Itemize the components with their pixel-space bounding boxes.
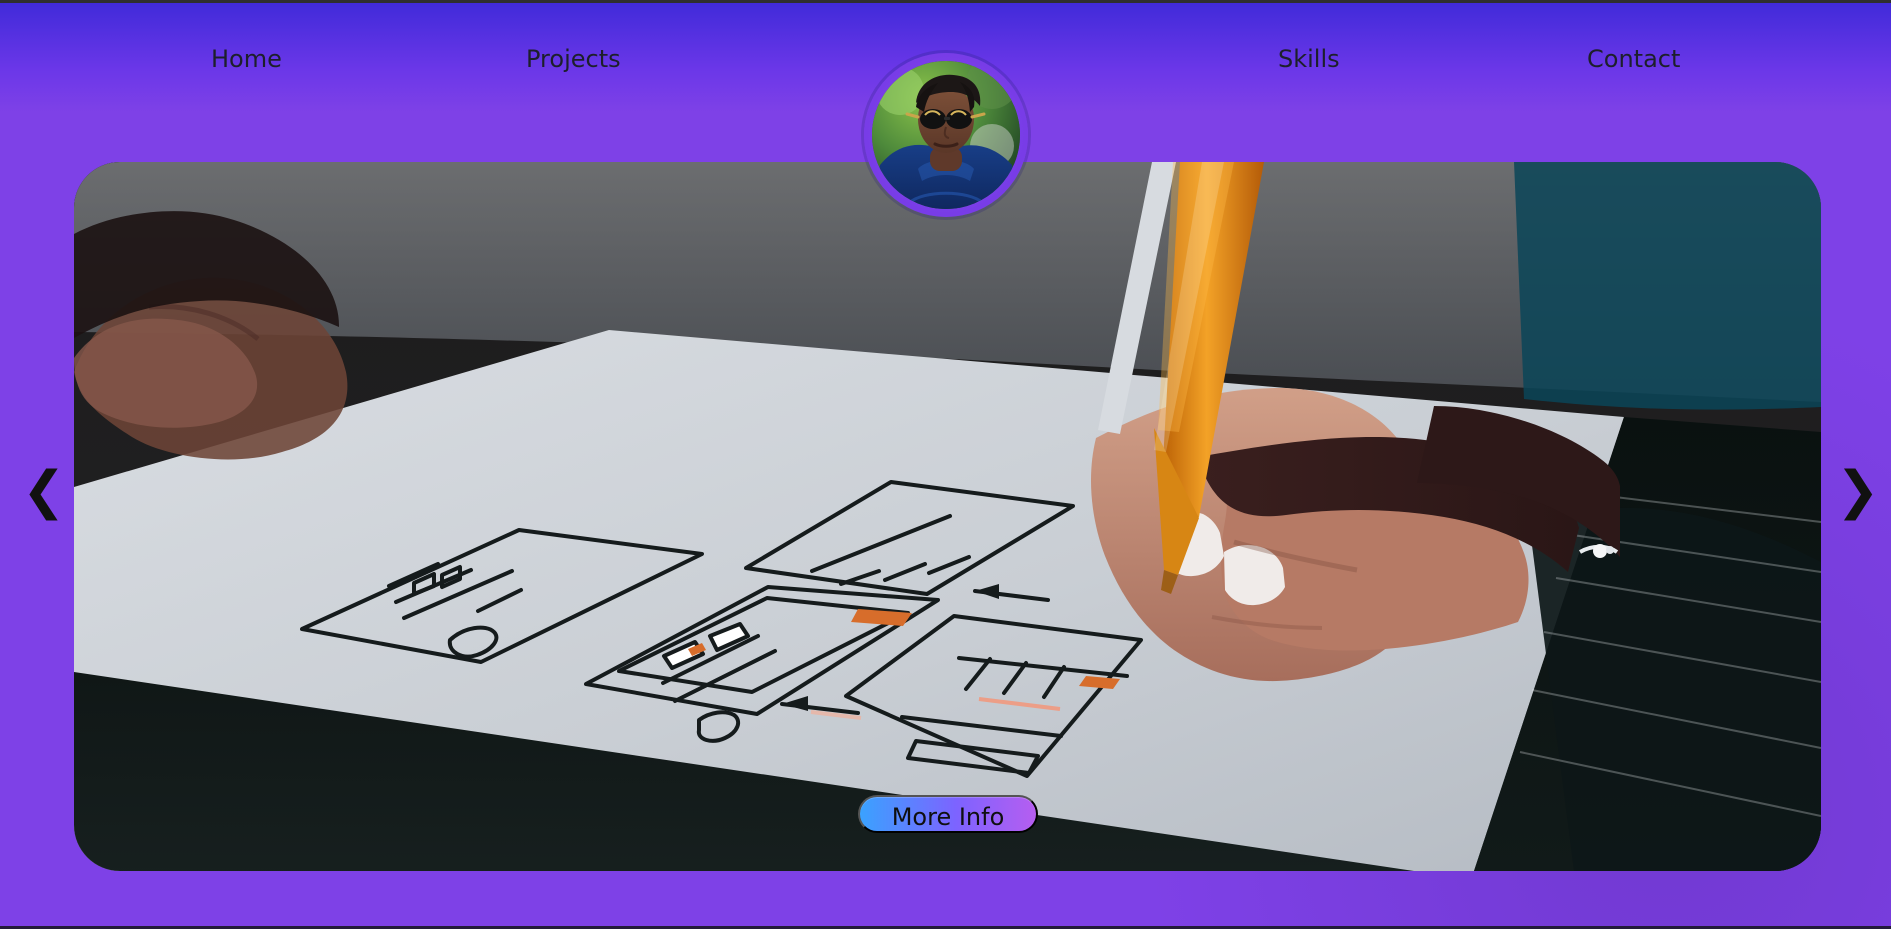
carousel-next-button[interactable]: ❯ — [1836, 465, 1880, 517]
chevron-right-icon: ❯ — [1836, 461, 1880, 521]
top-navigation: Home Projects Skills Contact — [0, 0, 1891, 217]
more-info-button[interactable]: More Info — [858, 795, 1038, 833]
nav-skills-link[interactable]: Skills — [1278, 45, 1340, 73]
profile-avatar — [872, 61, 1020, 209]
profile-photo — [872, 61, 1020, 209]
carousel-prev-button[interactable]: ❮ — [22, 465, 66, 517]
hero-carousel — [74, 162, 1821, 871]
carousel-slide-image — [74, 162, 1821, 871]
nav-home-link[interactable]: Home — [211, 45, 282, 73]
chevron-left-icon: ❮ — [22, 461, 66, 521]
profile-avatar-ring[interactable] — [864, 53, 1028, 217]
page-background: Home Projects Skills Contact ❮ ❯ More In… — [0, 0, 1891, 929]
nav-projects-link[interactable]: Projects — [526, 45, 621, 73]
nav-contact-link[interactable]: Contact — [1587, 45, 1680, 73]
